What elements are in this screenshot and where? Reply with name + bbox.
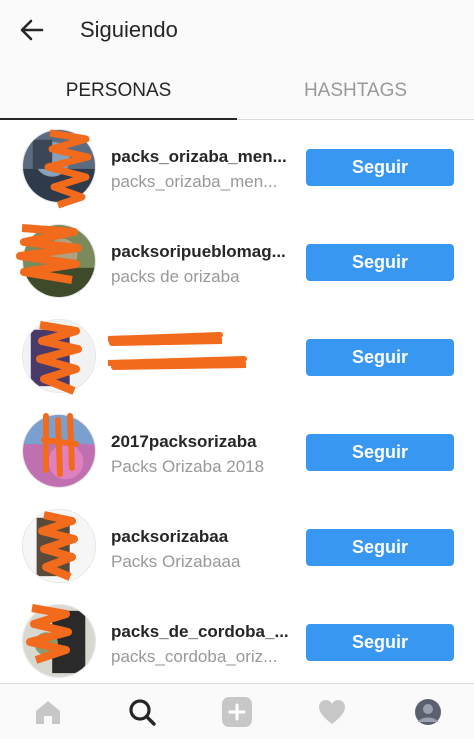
avatar[interactable]: [22, 509, 96, 583]
tab-bar: PERSONAS HASHTAGS: [0, 62, 474, 120]
heart-icon[interactable]: [314, 694, 350, 730]
username[interactable]: 2017packsorizaba: [111, 432, 257, 452]
add-icon[interactable]: [219, 694, 255, 730]
full-name: packs_cordoba_oriz...: [111, 647, 278, 666]
tab-hashtags[interactable]: HASHTAGS: [237, 62, 474, 120]
avatar[interactable]: [22, 319, 96, 393]
username[interactable]: packsoripueblomag...: [111, 242, 286, 262]
follow-button[interactable]: Seguir: [306, 624, 454, 661]
full-name: packs_orizaba_men...: [111, 172, 278, 191]
avatar[interactable]: [22, 604, 96, 678]
back-arrow-icon[interactable]: [16, 14, 48, 46]
username[interactable]: packs_orizaba_men...: [111, 147, 287, 167]
full-name: Packs Orizabaaa: [111, 552, 241, 571]
list-item[interactable]: packs_de_cordoba_... packs_cordoba_oriz.…: [0, 596, 474, 691]
profile-avatar[interactable]: [410, 694, 446, 730]
follow-button[interactable]: Seguir: [306, 529, 454, 566]
username[interactable]: packs_de_cordoba_...: [111, 622, 289, 642]
avatar[interactable]: [22, 129, 96, 203]
tab-personas[interactable]: PERSONAS: [0, 62, 237, 120]
full-name: Packs Orizaba 2018: [111, 457, 265, 476]
home-icon[interactable]: [30, 694, 66, 730]
list-item[interactable]: Seguir: [0, 311, 474, 406]
follow-button[interactable]: Seguir: [306, 339, 454, 376]
page-title: Siguiendo: [80, 17, 178, 42]
follow-button[interactable]: Seguir: [306, 149, 454, 186]
full-name: packs de orizaba: [111, 267, 240, 286]
active-tab-indicator: [0, 118, 237, 120]
follow-button[interactable]: Seguir: [306, 434, 454, 471]
top-bar: Siguiendo: [0, 0, 474, 62]
follow-button[interactable]: Seguir: [306, 244, 454, 281]
redaction-scribble: [107, 332, 247, 370]
search-icon[interactable]: [124, 694, 160, 730]
avatar[interactable]: [22, 414, 96, 488]
bottom-navigation: [0, 683, 474, 739]
list-item[interactable]: packsorizabaa Packs Orizabaaa Seguir: [0, 501, 474, 596]
avatar[interactable]: [22, 224, 96, 298]
list-item[interactable]: packsoripueblomag... packs de orizaba Se…: [0, 216, 474, 311]
list-item[interactable]: packs_orizaba_men... packs_orizaba_men..…: [0, 121, 474, 216]
username[interactable]: packsorizabaa: [111, 527, 228, 547]
list-item[interactable]: 2017packsorizaba Packs Orizaba 2018 Segu…: [0, 406, 474, 501]
